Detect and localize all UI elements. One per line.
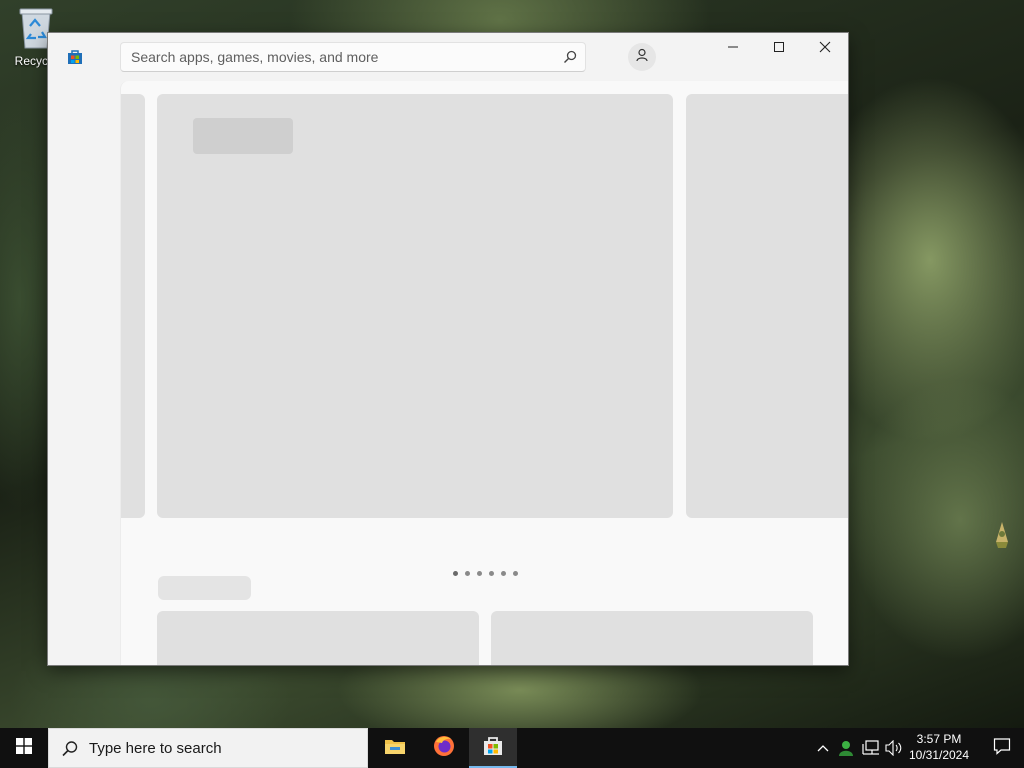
hero-card-previous-placeholder[interactable] bbox=[121, 94, 145, 518]
start-button[interactable] bbox=[0, 728, 48, 768]
clock-time: 3:57 PM bbox=[916, 732, 962, 746]
file-explorer-icon bbox=[384, 737, 406, 760]
network-icon[interactable] bbox=[861, 738, 881, 758]
section-card-placeholder[interactable] bbox=[157, 611, 479, 665]
carousel-dot[interactable] bbox=[489, 571, 494, 576]
store-content-area bbox=[120, 81, 848, 665]
store-search-input[interactable] bbox=[121, 43, 551, 71]
section-card-placeholder[interactable] bbox=[491, 611, 813, 665]
microsoft-store-icon bbox=[66, 48, 84, 66]
store-search-box[interactable] bbox=[120, 42, 586, 72]
microsoft-store-window bbox=[48, 33, 848, 665]
user-account-button[interactable] bbox=[628, 43, 656, 71]
search-icon bbox=[61, 740, 79, 758]
taskbar-search-placeholder: Type here to search bbox=[89, 740, 222, 757]
section-heading-placeholder bbox=[158, 576, 251, 600]
hero-card-next-placeholder[interactable] bbox=[686, 94, 848, 518]
clock-date: 10/31/2024 bbox=[908, 748, 970, 762]
user-tray-icon[interactable] bbox=[836, 738, 856, 758]
search-icon[interactable] bbox=[563, 50, 577, 64]
volume-icon[interactable] bbox=[884, 738, 904, 758]
carousel-dot[interactable] bbox=[501, 571, 506, 576]
maximize-icon bbox=[773, 40, 785, 58]
carousel-dot[interactable] bbox=[453, 571, 458, 576]
taskbar-clock[interactable]: 3:57 PM 10/31/2024 bbox=[906, 731, 972, 763]
windows-logo-icon bbox=[16, 737, 32, 759]
carousel-pagination bbox=[453, 571, 518, 577]
hero-title-placeholder bbox=[193, 118, 293, 154]
carousel-dot[interactable] bbox=[465, 571, 470, 576]
carousel-dot[interactable] bbox=[477, 571, 482, 576]
user-account-icon bbox=[635, 48, 649, 67]
taskbar: Type here to search 3:57 PM 10/31/2024 bbox=[0, 728, 1024, 768]
action-center-button[interactable] bbox=[980, 728, 1024, 768]
firefox-icon bbox=[432, 734, 456, 763]
taskbar-search-box[interactable]: Type here to search bbox=[48, 728, 368, 768]
maximize-button[interactable] bbox=[756, 33, 802, 65]
taskbar-firefox[interactable] bbox=[420, 728, 468, 768]
minimize-icon bbox=[727, 40, 739, 58]
show-hidden-icons-chevron-up-icon[interactable] bbox=[813, 738, 833, 758]
notification-icon bbox=[993, 737, 1011, 760]
close-icon bbox=[819, 40, 831, 58]
store-sidebar bbox=[48, 33, 120, 665]
minimize-button[interactable] bbox=[710, 33, 756, 65]
taskbar-microsoft-store[interactable] bbox=[469, 728, 517, 768]
desktop-sprite-icon bbox=[992, 520, 1012, 550]
close-button[interactable] bbox=[802, 33, 848, 65]
taskbar-file-explorer[interactable] bbox=[371, 728, 419, 768]
microsoft-store-icon bbox=[482, 735, 504, 762]
hero-card-placeholder[interactable] bbox=[157, 94, 673, 518]
carousel-dot[interactable] bbox=[513, 571, 518, 576]
